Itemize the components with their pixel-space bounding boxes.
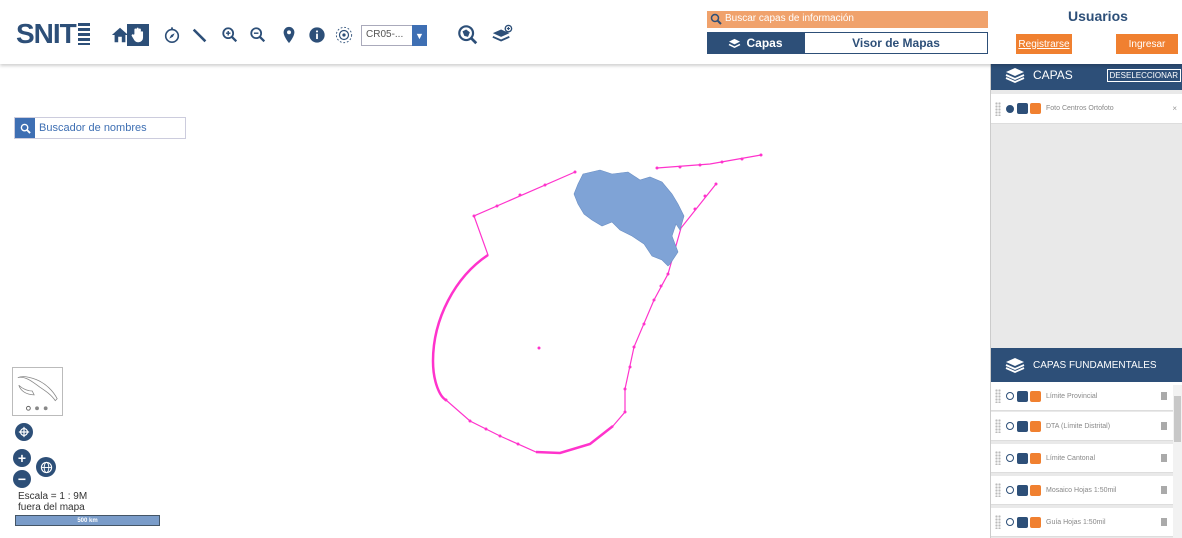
layer-toggle[interactable] (1006, 454, 1014, 462)
target-icon[interactable] (334, 25, 354, 45)
globe-icon[interactable] (36, 457, 56, 477)
pan-hand-icon[interactable] (127, 24, 149, 46)
layer-info-icon[interactable] (1030, 390, 1041, 402)
layer-settings-icon[interactable] (1017, 420, 1028, 432)
scale-readout: Escala = 1 : 9M fuera del mapa (18, 491, 88, 513)
layer-settings-icon[interactable] (1017, 484, 1028, 496)
layer-name: Mosaico Hojas 1:50mil (1046, 486, 1117, 494)
layer-name: Foto Centros Ortofoto (1046, 105, 1114, 112)
document-icon[interactable] (1161, 486, 1167, 494)
scale-bar: 500 km (15, 515, 160, 526)
country-shape (573, 169, 685, 267)
capas-fundamentales-header: CAPAS FUNDAMENTALES (991, 348, 1182, 382)
layer-row[interactable]: Límite Cantonal (991, 444, 1182, 473)
map-canvas[interactable]: Buscador de nombres + − Escala = 1: 9M … (0, 64, 990, 538)
compass-icon[interactable] (162, 25, 182, 45)
layer-toggle[interactable] (1006, 422, 1014, 430)
drag-handle-icon[interactable] (995, 451, 1001, 465)
layer-search-input[interactable]: Buscar capas de información (707, 11, 988, 28)
layer-info-icon[interactable] (1030, 484, 1041, 496)
document-icon[interactable] (1161, 518, 1167, 526)
tab-capas[interactable]: Capas (707, 32, 804, 54)
search-icon (710, 13, 722, 25)
zoom-out-button[interactable]: − (13, 470, 31, 488)
deselect-button[interactable]: DESELECCIONAR (1106, 69, 1181, 82)
drag-handle-icon[interactable] (995, 419, 1001, 433)
zoom-in-button[interactable]: + (13, 449, 31, 467)
layer-row[interactable]: Límite Provincial (991, 382, 1182, 411)
users-heading: Usuarios (1068, 8, 1128, 24)
map-features (431, 153, 763, 455)
layers-icon (729, 38, 741, 48)
layer-name: Límite Provincial (1046, 392, 1098, 400)
drag-handle-icon[interactable] (995, 483, 1001, 497)
register-button[interactable]: Registrarse (1016, 34, 1072, 54)
layer-info-icon[interactable] (1030, 452, 1041, 464)
layer-row[interactable]: Mosaico Hojas 1:50mil (991, 476, 1182, 505)
layer-row[interactable]: Guía Hojas 1:50mil (991, 508, 1182, 537)
layer-toggle[interactable] (1006, 104, 1014, 113)
layer-info-icon[interactable] (1030, 516, 1041, 528)
zoom-out-icon[interactable] (248, 25, 268, 45)
scrollbar-thumb[interactable] (1174, 396, 1181, 442)
layer-row[interactable]: DTA (Límite Distrital) (991, 412, 1182, 441)
layer-info-icon[interactable] (1030, 103, 1041, 114)
layer-toggle[interactable] (1006, 392, 1014, 400)
recenter-crosshair-icon[interactable] (15, 423, 33, 441)
measure-ruler-icon[interactable] (190, 25, 210, 45)
zoom-in-icon[interactable] (220, 25, 240, 45)
layer-row[interactable]: Foto Centros Ortofoto × (991, 94, 1182, 124)
info-icon[interactable] (307, 25, 327, 45)
layer-name: Guía Hojas 1:50mil (1046, 518, 1106, 526)
top-toolbar: SNIT CR05-... ▼ Buscar capas de informac… (0, 0, 1182, 64)
layers-panel: CAPAS DESELECCIONAR Foto Centros Ortofot… (990, 60, 1182, 538)
login-button[interactable]: Ingresar (1116, 34, 1178, 54)
layers-icon (1005, 68, 1025, 83)
layer-settings-icon[interactable] (1017, 390, 1028, 402)
projection-select[interactable]: CR05-... (361, 25, 415, 46)
layer-name: DTA (Límite Distrital) (1046, 422, 1111, 430)
document-icon[interactable] (1161, 392, 1167, 400)
add-layers-icon[interactable] (490, 23, 514, 47)
capas-header: CAPAS DESELECCIONAR (991, 60, 1182, 90)
chevron-down-icon[interactable]: ▼ (412, 25, 427, 46)
document-icon[interactable] (1161, 454, 1167, 462)
close-icon[interactable]: × (1172, 104, 1177, 113)
drag-handle-icon[interactable] (995, 101, 1001, 116)
drag-handle-icon[interactable] (995, 515, 1001, 529)
layer-toggle[interactable] (1006, 518, 1014, 526)
tab-visor-mapas[interactable]: Visor de Mapas (804, 32, 988, 54)
snit-logo[interactable]: SNIT (16, 18, 90, 50)
search-map-icon[interactable] (456, 23, 480, 47)
drag-handle-icon[interactable] (995, 389, 1001, 403)
layer-settings-icon[interactable] (1017, 103, 1028, 114)
document-icon[interactable] (1161, 422, 1167, 430)
layer-settings-icon[interactable] (1017, 516, 1028, 528)
location-pin-icon[interactable] (279, 25, 299, 45)
layer-settings-icon[interactable] (1017, 452, 1028, 464)
layers-icon (1005, 358, 1025, 373)
overview-minimap[interactable] (12, 367, 63, 416)
layer-toggle[interactable] (1006, 486, 1014, 494)
layer-info-icon[interactable] (1030, 420, 1041, 432)
layer-name: Límite Cantonal (1046, 454, 1096, 462)
